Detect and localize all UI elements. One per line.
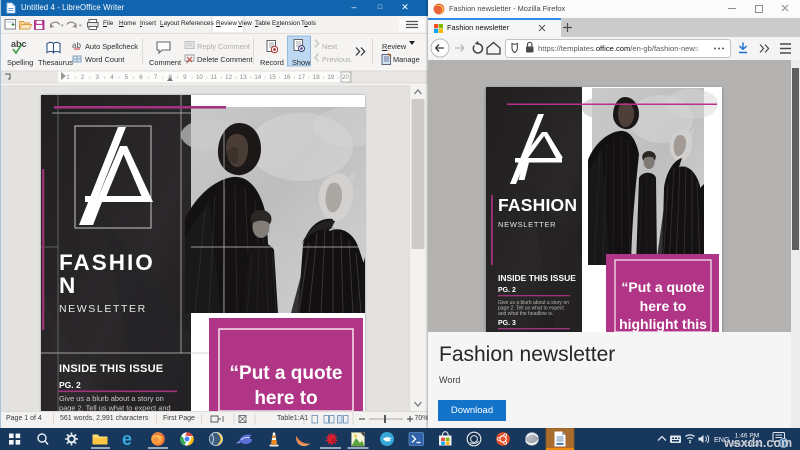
svg-text:INSIDE THIS ISSUE: INSIDE THIS ISSUE — [498, 273, 576, 283]
svg-text:14: 14 — [254, 74, 261, 81]
svg-text:here to: here to — [640, 298, 687, 314]
svg-text:9: 9 — [183, 74, 187, 81]
svg-text:11: 11 — [211, 74, 218, 81]
svg-text:16: 16 — [284, 74, 291, 81]
svg-text:NEWSLETTER: NEWSLETTER — [498, 220, 556, 229]
svg-text:7: 7 — [154, 74, 158, 81]
svg-text:and what the headline is.: and what the headline is. — [498, 311, 553, 317]
svg-text:19: 19 — [327, 74, 334, 81]
svg-text:8: 8 — [168, 74, 172, 81]
svg-text:PG. 2: PG. 2 — [59, 380, 81, 390]
svg-text:Give us a blurb about a story: Give us a blurb about a story on — [59, 394, 164, 403]
svg-text:highlight this: highlight this — [619, 316, 707, 332]
svg-text:12: 12 — [225, 74, 232, 81]
svg-text:NEWSLETTER: NEWSLETTER — [59, 303, 147, 315]
svg-text:e: e — [122, 429, 132, 449]
svg-text:FASHION: FASHION — [498, 195, 577, 215]
svg-text:17: 17 — [298, 74, 305, 81]
svg-text:2: 2 — [81, 74, 85, 81]
svg-text:20: 20 — [342, 74, 349, 81]
svg-text:1: 1 — [66, 74, 70, 81]
svg-text:INSIDE THIS ISSUE: INSIDE THIS ISSUE — [59, 363, 163, 375]
svg-text:PG. 2: PG. 2 — [498, 287, 516, 294]
svg-text:15: 15 — [269, 74, 276, 81]
svg-text:N: N — [59, 273, 76, 298]
svg-text:3: 3 — [95, 74, 99, 81]
svg-text:13: 13 — [240, 74, 247, 81]
svg-text:4: 4 — [110, 74, 114, 81]
svg-text:here to: here to — [254, 388, 317, 409]
svg-text:10: 10 — [196, 74, 203, 81]
svg-text:6: 6 — [139, 74, 143, 81]
svg-text:FASHIO: FASHIO — [59, 250, 155, 275]
svg-text:page 2. Tell us what to expect: page 2. Tell us what to expect and — [59, 404, 171, 412]
svg-text:18: 18 — [313, 74, 320, 81]
svg-text:“Put a quote: “Put a quote — [621, 279, 704, 295]
svg-text:PG. 3: PG. 3 — [498, 320, 516, 327]
svg-text:5: 5 — [125, 74, 129, 81]
svg-text:“Put a quote: “Put a quote — [230, 363, 343, 384]
